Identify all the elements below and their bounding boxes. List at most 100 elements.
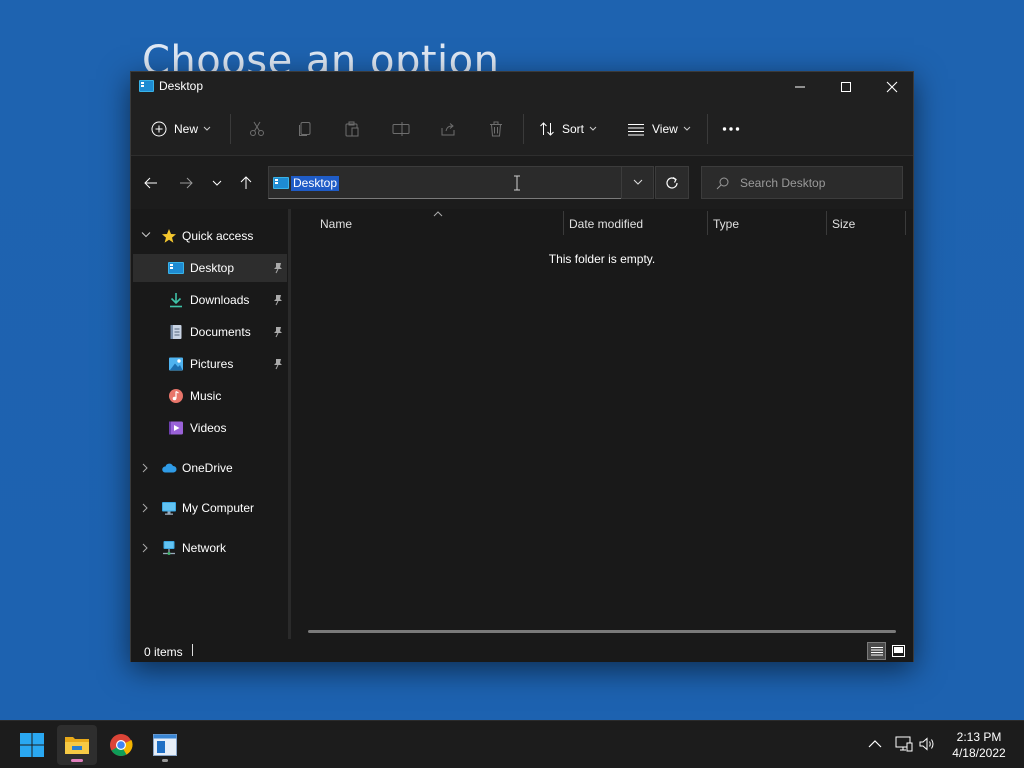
search-icon xyxy=(716,177,729,190)
minimize-button[interactable] xyxy=(777,72,823,102)
column-separator[interactable] xyxy=(826,211,827,235)
large-icons-view-icon xyxy=(892,645,905,657)
text-cursor-icon xyxy=(514,175,520,191)
up-button[interactable] xyxy=(235,172,257,194)
empty-folder-message: This folder is empty. xyxy=(548,252,656,266)
file-list: Name Date modified Type Size This folder… xyxy=(291,209,913,639)
search-box[interactable] xyxy=(701,166,903,199)
chevron-down-icon xyxy=(589,126,597,131)
new-button[interactable]: New xyxy=(151,114,211,144)
window-app-icon xyxy=(153,734,177,756)
sidebar-item-music[interactable]: Music xyxy=(133,382,287,410)
sort-ascending-icon xyxy=(433,211,443,217)
sidebar-item-label: Network xyxy=(182,541,227,555)
cloud-icon xyxy=(162,463,177,473)
chevron-right-icon xyxy=(142,543,148,553)
close-button[interactable] xyxy=(869,72,915,102)
sidebar-item-label: OneDrive xyxy=(182,461,233,475)
recent-locations-button[interactable] xyxy=(206,172,228,194)
horizontal-scrollbar[interactable] xyxy=(308,630,896,633)
address-bar[interactable]: Desktop xyxy=(268,166,654,199)
volume-icon[interactable] xyxy=(919,736,937,752)
new-label: New xyxy=(174,122,199,136)
start-button[interactable] xyxy=(12,725,52,765)
forward-button[interactable] xyxy=(175,172,197,194)
more-options-button[interactable] xyxy=(722,114,740,144)
chevron-down-icon xyxy=(212,180,222,186)
sort-icon xyxy=(540,122,554,136)
title-bar[interactable]: Desktop xyxy=(131,72,913,102)
pin-icon[interactable] xyxy=(273,294,283,306)
desktop-folder-icon xyxy=(168,262,184,274)
delete-button[interactable] xyxy=(488,114,504,144)
copy-icon xyxy=(299,122,311,136)
column-header-date-modified[interactable]: Date modified xyxy=(569,217,643,231)
taskbar: 2:13 PM 4/18/2022 xyxy=(0,720,1024,768)
address-dropdown-button[interactable] xyxy=(621,166,654,199)
large-icons-view-button[interactable] xyxy=(889,642,908,660)
column-separator[interactable] xyxy=(905,211,906,235)
sidebar-item-network[interactable]: Network xyxy=(133,534,287,562)
address-path-text[interactable]: Desktop xyxy=(291,176,340,191)
item-count: 0 items xyxy=(144,645,183,659)
refresh-icon xyxy=(666,176,678,189)
cut-button[interactable] xyxy=(249,114,265,144)
windows-logo-icon xyxy=(20,733,44,757)
status-bar: 0 items xyxy=(131,639,913,662)
details-view-button[interactable] xyxy=(867,642,886,660)
more-icon xyxy=(722,127,740,131)
column-header-type[interactable]: Type xyxy=(713,217,739,231)
sidebar-item-videos[interactable]: Videos xyxy=(133,414,287,442)
sidebar-item-label: My Computer xyxy=(182,501,255,515)
paste-button[interactable] xyxy=(344,114,360,144)
sidebar-item-label: Pictures xyxy=(190,357,234,371)
sidebar-item-onedrive[interactable]: OneDrive xyxy=(133,454,287,482)
music-icon xyxy=(169,389,183,403)
refresh-button[interactable] xyxy=(655,166,689,199)
share-button[interactable] xyxy=(440,114,456,144)
chevron-up-icon[interactable] xyxy=(868,739,882,749)
pin-icon[interactable] xyxy=(273,358,283,370)
sidebar-item-my-computer[interactable]: My Computer xyxy=(133,494,287,522)
sidebar-item-label: Documents xyxy=(190,325,251,339)
share-icon xyxy=(441,123,455,136)
sidebar-item-label: Quick access xyxy=(182,229,254,243)
pictures-icon xyxy=(169,357,183,371)
sidebar-item-downloads[interactable]: Downloads xyxy=(133,286,287,314)
maximize-button[interactable] xyxy=(823,72,869,102)
back-button[interactable] xyxy=(140,172,162,194)
sidebar-item-label: Desktop xyxy=(190,261,235,275)
sort-button[interactable]: Sort xyxy=(539,114,597,144)
sidebar-item-desktop[interactable]: Desktop xyxy=(133,254,287,282)
videos-icon xyxy=(169,421,183,435)
status-divider xyxy=(192,644,193,656)
minimize-icon xyxy=(795,86,805,88)
star-icon xyxy=(162,229,176,243)
toolbar-separator xyxy=(523,114,524,144)
taskbar-notepad[interactable] xyxy=(145,725,185,765)
chevron-down-icon xyxy=(683,126,691,131)
pin-icon[interactable] xyxy=(273,326,283,338)
sidebar-item-quick-access[interactable]: Quick access xyxy=(133,222,287,250)
search-input[interactable] xyxy=(740,173,890,193)
sidebar-item-pictures[interactable]: Pictures xyxy=(133,350,287,378)
column-header-name[interactable]: Name xyxy=(320,217,352,231)
taskbar-chrome[interactable] xyxy=(101,725,141,765)
column-separator[interactable] xyxy=(707,211,708,235)
view-list-icon xyxy=(628,124,644,136)
view-button[interactable]: View xyxy=(627,114,691,144)
sidebar-item-documents[interactable]: Documents xyxy=(133,318,287,346)
copy-button[interactable] xyxy=(297,114,313,144)
address-row: Desktop xyxy=(131,156,913,209)
rename-button[interactable] xyxy=(392,114,410,144)
clock-date: 4/18/2022 xyxy=(952,746,1006,760)
chevron-down-icon xyxy=(203,126,211,131)
column-header-size[interactable]: Size xyxy=(832,217,855,231)
chevron-right-icon xyxy=(142,463,148,473)
taskbar-file-explorer[interactable] xyxy=(57,725,97,765)
system-clock[interactable]: 2:13 PM 4/18/2022 xyxy=(944,729,1014,761)
network-status-icon[interactable] xyxy=(895,736,913,752)
pin-icon[interactable] xyxy=(273,262,283,274)
view-label: View xyxy=(652,122,678,136)
column-separator[interactable] xyxy=(563,211,564,235)
